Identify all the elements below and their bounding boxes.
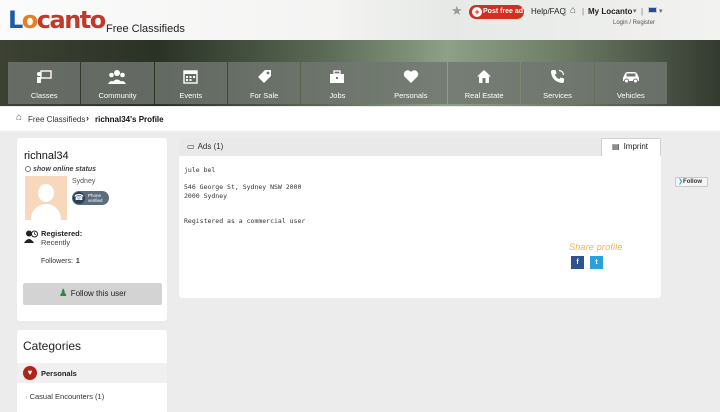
nav-item-jobs[interactable]: Jobs xyxy=(301,62,374,104)
plus-icon: + xyxy=(472,7,482,17)
help-faq-link[interactable]: Help/FAQ xyxy=(531,7,566,16)
chevron-right-icon: › xyxy=(86,113,89,123)
heart-icon: ♥ xyxy=(23,366,37,380)
profile-card: richnal34 show online status Sydney ☎ Ph… xyxy=(17,138,167,321)
online-status[interactable]: show online status xyxy=(25,166,96,173)
registered-label: Registered: xyxy=(41,229,83,238)
imprint-address-line1: 546 George St, Sydney NSW 2000 xyxy=(184,183,302,191)
ads-icon: ▭ xyxy=(187,142,195,151)
price-tag-icon xyxy=(228,69,300,85)
community-icon xyxy=(81,69,153,85)
house-icon xyxy=(448,69,520,85)
categories-title: Categories xyxy=(23,339,82,353)
my-locanto-menu[interactable]: My Locanto xyxy=(588,7,632,16)
briefcase-icon xyxy=(301,69,373,85)
profile-content-card: ▭ Ads (1) ▤ Imprint jule bel 546 George St… xyxy=(179,138,661,298)
nav-item-for-sale[interactable]: For Sale xyxy=(227,62,301,104)
nav-item-classes[interactable]: Classes xyxy=(8,62,81,104)
avatar xyxy=(25,176,67,220)
follow-user-button[interactable]: ♟ Follow this user xyxy=(23,283,162,305)
imprint-address-line2: 2000 Sydney xyxy=(184,192,228,200)
breadcrumb: ⌂ Free Classifieds › richnal34's Profile xyxy=(0,107,720,131)
nav-item-personals[interactable]: Personals xyxy=(374,62,447,104)
chevron-down-icon[interactable]: ▾ xyxy=(659,7,663,15)
nav-item-events[interactable]: Events xyxy=(154,62,227,104)
imprint-name: jule bel xyxy=(184,166,216,174)
login-register-link[interactable]: Login / Register xyxy=(613,20,655,26)
status-circle-icon xyxy=(25,166,31,172)
divider: | xyxy=(641,7,644,16)
classes-icon xyxy=(8,69,80,85)
divider: | xyxy=(582,7,585,16)
breadcrumb-current: richnal34's Profile xyxy=(95,115,164,124)
home-icon[interactable]: ⌂ xyxy=(16,113,22,123)
locanto-logo[interactable]: Locanto xyxy=(8,8,106,32)
verified-icon: ☎ xyxy=(73,192,85,204)
site-header: Locanto Free Classifieds ★ + Post free a… xyxy=(0,0,720,40)
phone-icon xyxy=(521,69,593,85)
user-clock-icon xyxy=(24,230,38,245)
tab-imprint[interactable]: ▤ Imprint xyxy=(601,138,661,156)
subcategory-casual-encounters[interactable]: · Casual Encounters (1) xyxy=(25,392,104,401)
divider: | xyxy=(564,7,567,16)
calendar-icon xyxy=(155,69,227,85)
nav-item-services[interactable]: Services xyxy=(521,62,594,104)
phone-verified-badge: ☎ Phone verified xyxy=(72,191,109,205)
profile-tabs: ▭ Ads (1) ▤ Imprint xyxy=(179,138,661,156)
categories-card: Categories ♥ Personals · Casual Encounte… xyxy=(17,330,167,412)
follow-user-icon: ♟ xyxy=(58,288,68,299)
category-nav: Classes Community Events For Sale Jobs P… xyxy=(8,62,667,104)
followers-count: Followers: 1 xyxy=(41,258,80,265)
star-icon[interactable]: ★ xyxy=(451,4,463,17)
registered-value: Recently xyxy=(41,238,71,247)
profile-city: Sydney xyxy=(72,178,96,185)
category-group-personals[interactable]: ♥ Personals xyxy=(17,363,167,383)
facebook-share-icon[interactable]: f xyxy=(571,256,584,269)
share-profile-label: Share profile xyxy=(569,242,623,252)
heart-icon xyxy=(375,69,447,85)
nav-item-vehicles[interactable]: Vehicles xyxy=(594,62,667,104)
document-icon: ▤ xyxy=(612,142,620,151)
country-flag-icon[interactable] xyxy=(648,7,657,13)
nav-item-real-estate[interactable]: Real Estate xyxy=(447,62,521,104)
tab-ads[interactable]: ▭ Ads (1) xyxy=(187,142,223,151)
post-free-ad-button[interactable]: + Post free ad xyxy=(469,5,524,19)
twitter-share-icon[interactable]: t xyxy=(590,256,603,269)
breadcrumb-root-link[interactable]: Free Classifieds xyxy=(28,115,85,124)
nav-item-community[interactable]: Community xyxy=(81,62,154,104)
twitter-follow-button[interactable]: ❯Follow xyxy=(675,177,708,187)
profile-username: richnal34 xyxy=(24,150,69,162)
chevron-down-icon[interactable]: ▾ xyxy=(633,7,637,15)
home-icon[interactable]: ⌂ xyxy=(570,6,576,16)
car-icon xyxy=(595,69,667,85)
commercial-user-note: Registered as a commercial user xyxy=(184,217,306,225)
site-tagline: Free Classifieds xyxy=(106,23,185,35)
